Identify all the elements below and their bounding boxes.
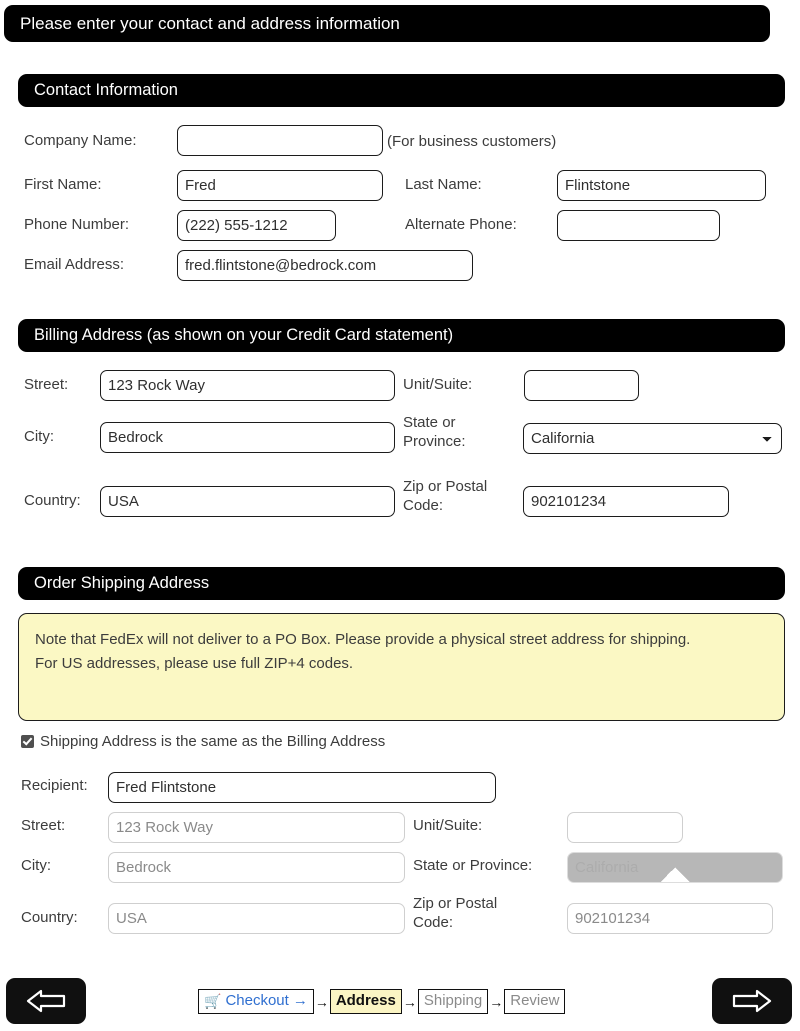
breadcrumb-step-review[interactable]: Review — [504, 989, 566, 1014]
billing-country-label: Country: — [24, 492, 81, 509]
first-name-input[interactable] — [177, 170, 383, 201]
billing-zip-label: Zip or Postal Code: — [403, 478, 488, 514]
breadcrumb-step-address-label: Address — [335, 992, 396, 1009]
billing-unit-input[interactable] — [524, 370, 639, 401]
billing-state-label: State or Province: — [403, 414, 466, 450]
shipping-state-label: State or Province: — [413, 857, 533, 874]
alternate-phone-label: Alternate Phone: — [405, 216, 517, 233]
breadcrumb-separator-2: → — [402, 993, 417, 1010]
shipping-city-label: City: — [21, 857, 51, 874]
company-name-label: Company Name: — [24, 132, 137, 149]
shipping-recipient-label: Recipient: — [21, 777, 88, 794]
shipping-address-heading: Order Shipping Address — [18, 567, 785, 600]
contact-heading-label: Contact Information — [34, 81, 178, 100]
last-name-input[interactable] — [557, 170, 766, 201]
shipping-country-input[interactable] — [108, 903, 405, 934]
shipping-state-select[interactable]: California — [567, 852, 783, 883]
shipping-unit-label: Unit/Suite: — [413, 817, 483, 834]
billing-street-label: Street: — [24, 376, 69, 393]
billing-unit-label: Unit/Suite: — [403, 376, 473, 393]
email-address-label: Email Address: — [24, 256, 125, 273]
breadcrumb-step-shipping[interactable]: Shipping — [417, 989, 489, 1014]
alternate-phone-input[interactable] — [557, 210, 720, 241]
shipping-street-label: Street: — [21, 817, 66, 834]
shipping-city-input[interactable] — [108, 852, 405, 883]
breadcrumb-step-checkout[interactable]: 🛒 Checkout → — [198, 989, 314, 1014]
shipping-unit-input[interactable] — [567, 812, 683, 843]
billing-country-input[interactable] — [100, 486, 395, 517]
shipping-heading-label: Order Shipping Address — [34, 574, 210, 593]
arrow-left-icon — [26, 989, 66, 1013]
billing-city-input[interactable] — [100, 422, 395, 453]
first-name-label: First Name: — [24, 176, 102, 193]
checkout-breadcrumb: 🛒 Checkout → → Address → Shipping → Revi… — [198, 989, 566, 1014]
shipping-recipient-input[interactable] — [108, 772, 496, 803]
company-name-hint: (For business customers) — [387, 133, 557, 150]
phone-number-input[interactable] — [177, 210, 336, 241]
billing-address-heading: Billing Address (as shown on your Credit… — [18, 319, 785, 352]
same-as-billing-checkbox[interactable] — [21, 735, 34, 748]
breadcrumb-step-review-label: Review — [510, 992, 560, 1009]
phone-number-label: Phone Number: — [24, 216, 130, 233]
billing-street-input[interactable] — [100, 370, 395, 401]
breadcrumb-step-address[interactable]: Address — [329, 989, 402, 1014]
billing-city-label: City: — [24, 428, 54, 445]
next-step-button[interactable] — [712, 978, 792, 1024]
breadcrumb-separator-3: → — [489, 993, 504, 1010]
billing-zip-input[interactable] — [523, 486, 729, 517]
previous-step-button[interactable] — [6, 978, 86, 1024]
contact-information-heading: Contact Information — [18, 74, 785, 107]
same-as-billing-row[interactable]: Shipping Address is the same as the Bill… — [21, 733, 385, 750]
shipping-zip-input[interactable] — [567, 903, 773, 934]
same-as-billing-label: Shipping Address is the same as the Bill… — [40, 733, 386, 750]
shipping-zip-label: Zip or Postal Code: — [413, 895, 498, 931]
company-name-input[interactable] — [177, 125, 383, 156]
billing-heading-label: Billing Address (as shown on your Credit… — [34, 326, 454, 345]
page-title: Please enter your contact and address in… — [20, 14, 400, 33]
arrow-right-icon — [732, 989, 772, 1013]
shipping-note: Note that FedEx will not deliver to a PO… — [18, 613, 785, 721]
breadcrumb-separator-1: → — [314, 993, 329, 1010]
breadcrumb-step-shipping-label: Shipping — [423, 992, 483, 1009]
page-banner: Please enter your contact and address in… — [4, 5, 770, 42]
shipping-country-label: Country: — [21, 909, 78, 926]
shipping-note-line-1: Note that FedEx will not deliver to a PO… — [35, 631, 691, 648]
email-address-input[interactable] — [177, 250, 473, 281]
shipping-street-input[interactable] — [108, 812, 405, 843]
breadcrumb-step-checkout-arrow: → — [292, 992, 308, 1009]
shipping-note-line-2: For US addresses, please use full ZIP+4 … — [35, 655, 354, 672]
shopping-cart-icon: 🛒 — [204, 993, 222, 1009]
billing-state-select[interactable]: California — [523, 423, 782, 454]
breadcrumb-step-checkout-label: Checkout — [225, 992, 289, 1009]
last-name-label: Last Name: — [405, 176, 482, 193]
